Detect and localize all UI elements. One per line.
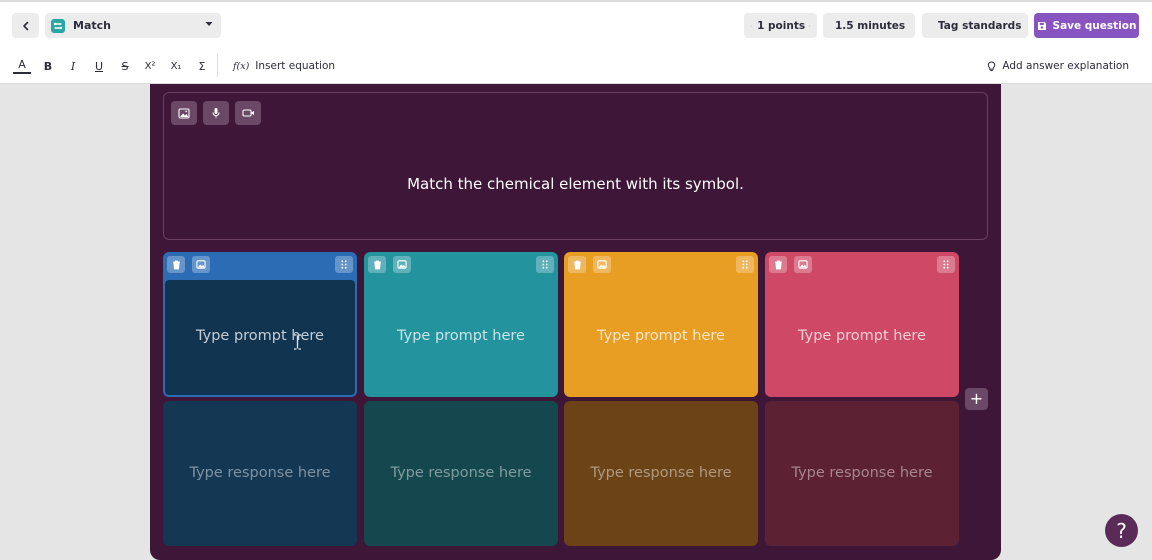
prompt-card: Type prompt here [364,252,558,397]
save-question-button[interactable]: Save question [1034,13,1139,38]
trash-icon [172,260,180,269]
trash-icon [774,260,782,269]
bold-button[interactable]: B [39,57,57,75]
italic-button[interactable]: I [64,57,82,75]
drag-handle[interactable] [937,256,955,273]
save-icon [1037,21,1046,30]
prompt-input[interactable]: Type prompt here [364,328,558,344]
add-prompt-image-button[interactable] [593,256,611,273]
symbols-label: Σ [198,59,206,73]
drag-handle-icon [542,260,548,269]
add-prompt-image-button[interactable] [192,256,210,273]
prompt-card: Type prompt here [765,252,959,397]
add-prompt-image-button[interactable] [393,256,411,273]
drag-handle-icon [742,260,748,269]
underline-button[interactable]: U [90,57,108,75]
image-icon [397,260,407,269]
add-audio-button[interactable] [203,101,229,125]
drag-handle-icon [341,260,347,269]
microphone-icon [212,108,220,118]
response-input[interactable]: Type response here [364,465,558,481]
match-type-icon [51,18,65,33]
text-color-button[interactable]: A [13,57,31,74]
delete-pair-button[interactable] [167,256,185,273]
strikethrough-label: S [121,59,129,73]
add-answer-explanation-label: Add answer explanation [1002,60,1129,72]
question-editor: Match the chemical element with its symb… [150,84,1001,560]
caret-down-icon [205,22,213,26]
text-color-label: A [18,58,26,71]
italic-label: I [70,59,76,73]
prompt-input[interactable]: Type prompt here [765,328,959,344]
back-button[interactable] [12,13,39,38]
subscript-label: X₁ [170,60,182,72]
symbols-button[interactable]: Σ [193,57,211,75]
function-icon: f(x) [233,60,250,72]
add-image-button[interactable] [171,101,197,125]
points-label: 1 points [757,19,806,32]
question-text[interactable]: Match the chemical element with its symb… [164,175,987,193]
prompt-input[interactable]: Type prompt here [564,328,758,344]
image-icon [178,107,190,119]
check-icon [751,25,752,26]
text-cursor-icon [294,334,301,350]
drag-handle[interactable] [536,256,554,273]
underline-label: U [94,59,104,73]
drag-handle[interactable] [335,256,353,273]
question-input-area[interactable]: Match the chemical element with its symb… [163,92,988,240]
top-bar: Match 1 points 1.5 minutes Tag standards… [0,0,1152,47]
response-input[interactable]: Type response here [163,465,357,481]
drag-handle-icon [943,260,949,269]
time-select[interactable]: 1.5 minutes [823,13,915,38]
response-card[interactable]: Type response here [364,401,558,546]
insert-equation-button[interactable]: f(x) Insert equation [233,58,335,74]
drag-handle[interactable] [736,256,754,273]
lightbulb-icon [988,60,996,71]
chevron-left-icon [22,21,28,30]
help-button[interactable]: ? [1105,514,1138,547]
response-input[interactable]: Type response here [765,465,959,481]
delete-pair-button[interactable] [568,256,586,273]
save-question-label: Save question [1052,19,1137,32]
toolbar-divider [217,54,218,77]
video-icon [241,109,254,117]
response-card[interactable]: Type response here [163,401,357,546]
delete-pair-button[interactable] [368,256,386,273]
question-type-label: Match [73,19,111,32]
add-pair-button[interactable]: + [965,388,988,410]
add-prompt-image-button[interactable] [794,256,812,273]
prompt-card: Type prompt here [564,252,758,397]
image-icon [196,260,206,269]
bold-label: B [43,59,53,73]
strikethrough-button[interactable]: S [116,57,134,75]
add-video-button[interactable] [235,101,261,125]
response-input[interactable]: Type response here [564,465,758,481]
question-type-select[interactable]: Match [45,13,221,38]
plus-icon: + [969,389,984,408]
response-card[interactable]: Type response here [765,401,959,546]
prompt-input[interactable]: Type prompt here [163,328,357,344]
image-icon [798,260,808,269]
formatting-toolbar: A B I U S X² X₁ Σ f(x) Insert equation A… [0,47,1152,84]
insert-equation-label: Insert equation [255,60,336,72]
response-card[interactable]: Type response here [564,401,758,546]
help-label: ? [1116,518,1127,543]
add-answer-explanation-button[interactable]: Add answer explanation [987,58,1129,74]
tag-standards-label: Tag standards [938,19,1022,32]
points-select[interactable]: 1 points [744,13,817,38]
delete-pair-button[interactable] [769,256,787,273]
subscript-button[interactable]: X₁ [167,57,185,75]
prompt-card: Type prompt here [163,252,357,397]
tag-standards-button[interactable]: Tag standards [922,13,1028,38]
caret-down-icon [809,25,810,26]
image-icon [597,260,607,269]
trash-icon [373,260,381,269]
trash-icon [573,260,581,269]
superscript-label: X² [144,60,156,72]
time-label: 1.5 minutes [835,19,906,32]
superscript-button[interactable]: X² [141,57,159,75]
